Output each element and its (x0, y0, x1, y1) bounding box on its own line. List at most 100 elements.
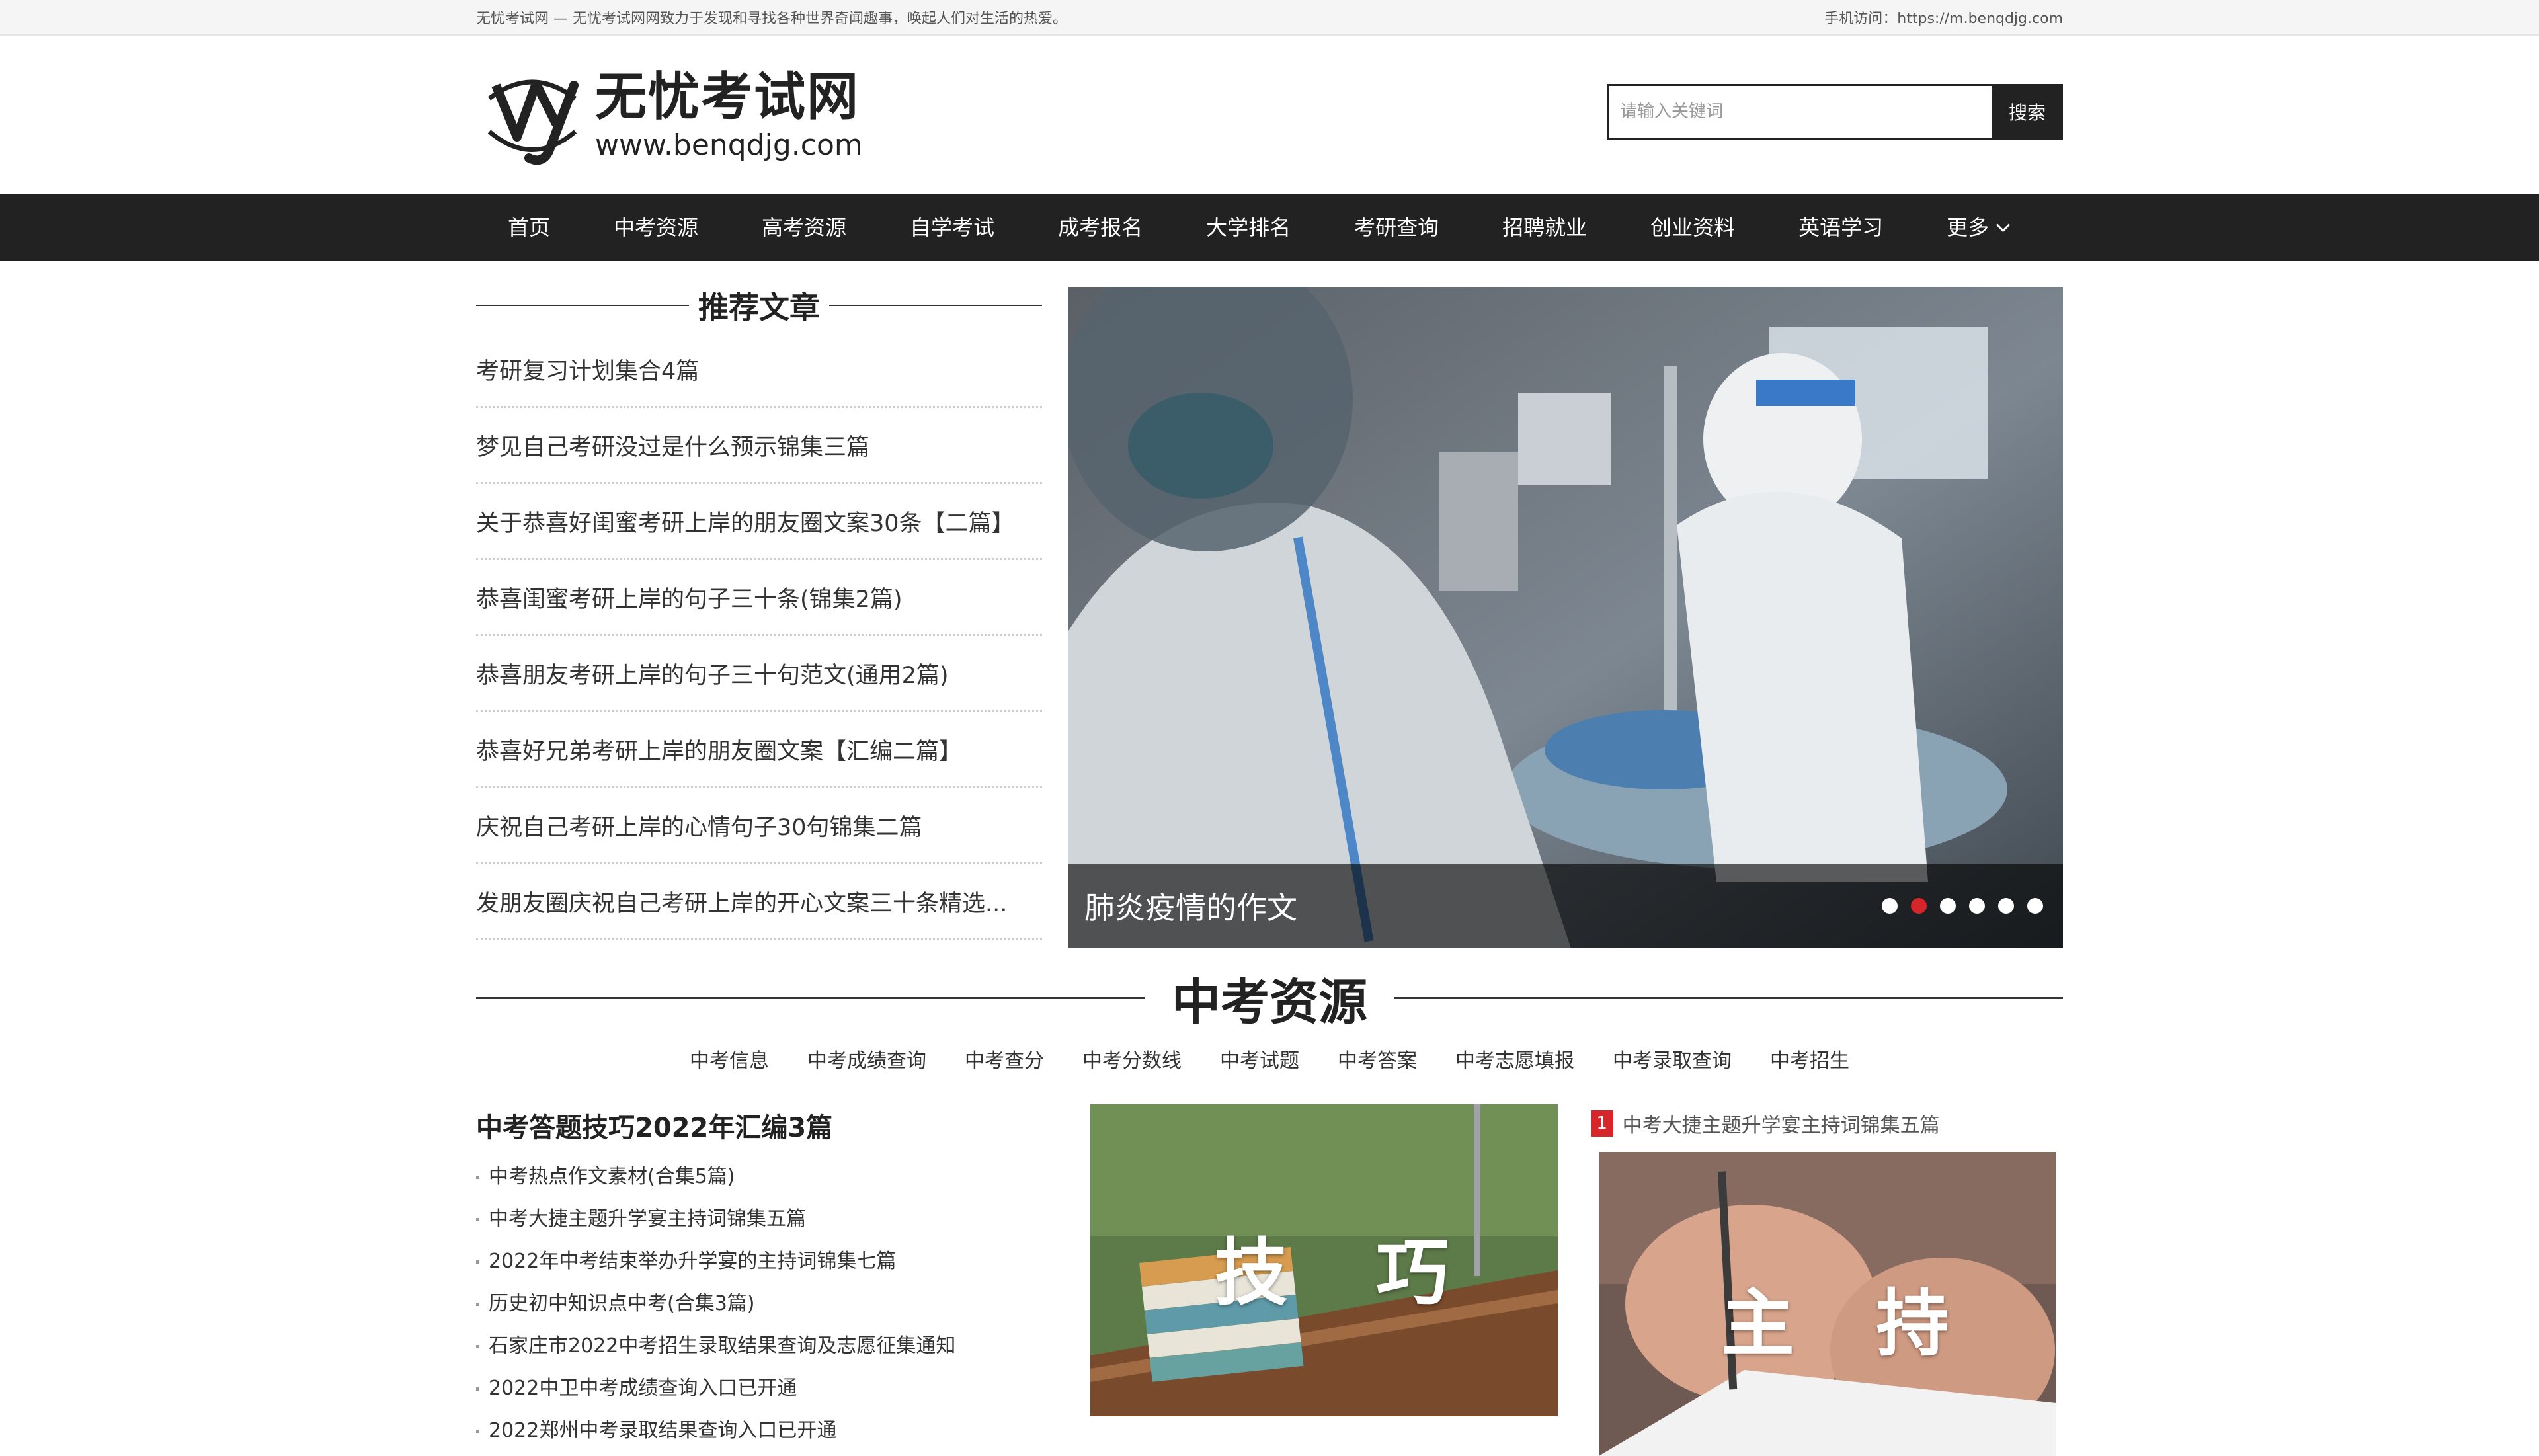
section-content: 中考答题技巧2022年汇编3篇 中考热点作文素材(合集5篇) 中考大捷主题升学宴… (476, 1104, 2063, 1456)
subnav-item[interactable]: 中考答案 (1318, 1045, 1436, 1078)
list-item[interactable]: 恭喜朋友考研上岸的句子三十句范文(通用2篇) (476, 636, 1042, 712)
slider-dot[interactable] (1998, 898, 2014, 914)
list-item-label: 2022年中考结束举办升学宴的主持词锦集七篇 (489, 1250, 897, 1273)
list-item[interactable]: 2022郑州中考录取结果查询入口已开通 (476, 1410, 1037, 1452)
subnav-item[interactable]: 中考分数线 (1063, 1045, 1201, 1078)
section-title[interactable]: 中考资源 (1145, 963, 1394, 1033)
subnav-item[interactable]: 中考录取查询 (1593, 1045, 1751, 1078)
books-image (1090, 1104, 1558, 1416)
subnav-item[interactable]: 中考志愿填报 (1436, 1045, 1593, 1078)
list-item[interactable]: 历史初中知识点中考(合集3篇) (476, 1283, 1037, 1325)
slide-image (1068, 287, 2063, 948)
subnav-item[interactable]: 中考招生 (1751, 1045, 1869, 1078)
list-item-label: 考研复习计划集合4篇 (476, 358, 700, 385)
list-item[interactable]: 发朋友圈庆祝自己考研上岸的开心文案三十条精选... (476, 864, 1042, 940)
article-thumbnail[interactable]: 主 持 (1598, 1152, 2056, 1456)
divider (1394, 996, 2063, 999)
article-thumbnail[interactable]: 技 巧 (1090, 1104, 1558, 1416)
chevron-down-icon (1996, 218, 2011, 232)
mobile-link[interactable]: 手机访问：https://m.benqdjg.com (1824, 7, 2063, 28)
slider-dot[interactable] (1969, 898, 1985, 914)
nav-item-postgrad[interactable]: 考研查询 (1322, 194, 1471, 261)
thumbnail-word: 技 (1215, 1231, 1288, 1315)
list-item-label: 关于恭喜好闺蜜考研上岸的朋友圈文案30条【二篇】 (476, 510, 1015, 537)
logo-url: www.benqdjg.com (595, 128, 863, 162)
section-subnav: 中考信息 中考成绩查询 中考查分 中考分数线 中考试题 中考答案 中考志愿填报 … (476, 1045, 2063, 1078)
slider-caption-bar: 肺炎疫情的作文 (1068, 864, 2063, 948)
thumbnail-word: 持 (1876, 1281, 1949, 1366)
bullet-icon (476, 1344, 479, 1348)
slider-dots (1869, 898, 2043, 914)
nav-item-english[interactable]: 英语学习 (1767, 194, 1915, 261)
list-item-label: 梦见自己考研没过是什么预示锦集三篇 (476, 434, 870, 461)
list-item-label: 中考大捷主题升学宴主持词锦集五篇 (489, 1207, 806, 1231)
recommended-title: 推荐文章 (698, 290, 820, 325)
ranked-column: 1 中考大捷主题升学宴主持词锦集五篇 主 持 (1590, 1104, 2063, 1456)
article-list: 中考热点作文素材(合集5篇) 中考大捷主题升学宴主持词锦集五篇 2022年中考结… (476, 1156, 1037, 1452)
list-item[interactable]: 恭喜闺蜜考研上岸的句子三十条(锦集2篇) (476, 560, 1042, 636)
list-item-label: 恭喜闺蜜考研上岸的句子三十条(锦集2篇) (476, 586, 903, 613)
list-item[interactable]: 2022中卫中考成绩查询入口已开通 (476, 1367, 1037, 1410)
logo-name: 无忧考试网 (595, 67, 860, 127)
divider (829, 305, 1042, 306)
recommended-list: 考研复习计划集合4篇 梦见自己考研没过是什么预示锦集三篇 关于恭喜好闺蜜考研上岸… (476, 332, 1042, 940)
subnav-item[interactable]: 中考成绩查询 (788, 1045, 946, 1078)
list-item-label: 恭喜朋友考研上岸的句子三十句范文(通用2篇) (476, 662, 949, 689)
nav-more-label: 更多 (1947, 215, 1990, 240)
section-heading: 中考资源 (476, 968, 2063, 1031)
list-item[interactable]: 梦见自己考研没过是什么预示锦集三篇 (476, 408, 1042, 484)
bullet-icon (476, 1302, 479, 1306)
subnav-item[interactable]: 中考试题 (1201, 1045, 1318, 1078)
bullet-icon (476, 1217, 479, 1221)
list-item-label: 中考热点作文素材(合集5篇) (489, 1165, 735, 1188)
list-item-label: 庆祝自己考研上岸的心情句子30句锦集二篇 (476, 814, 922, 841)
nav-item-home[interactable]: 首页 (476, 194, 582, 261)
site-slogan: 无忧考试网 — 无忧考试网网致力于发现和寻找各种世界奇闻趣事，唤起人们对生活的热… (476, 11, 1067, 27)
rank-badge: 1 (1590, 1110, 1613, 1137)
slider-dot[interactable] (1940, 898, 1956, 914)
main-nav: 首页 中考资源 高考资源 自学考试 成考报名 大学排名 考研查询 招聘就业 创业… (0, 194, 2539, 261)
list-item[interactable]: 考研复习计划集合4篇 (476, 332, 1042, 408)
subnav-item[interactable]: 中考信息 (670, 1045, 788, 1078)
featured-article-title[interactable]: 中考答题技巧2022年汇编3篇 (476, 1104, 1037, 1152)
nav-item-university-ranking[interactable]: 大学排名 (1174, 194, 1322, 261)
list-item-label: 恭喜好兄弟考研上岸的朋友圈文案【汇编二篇】 (476, 738, 963, 765)
recommended-heading: 推荐文章 (476, 287, 1042, 325)
slider-dot-active[interactable] (1911, 898, 1927, 914)
search-button[interactable]: 搜索 (1992, 84, 2063, 140)
nav-item-more[interactable]: 更多 (1915, 194, 2040, 261)
nav-item-gaokao[interactable]: 高考资源 (730, 194, 878, 261)
list-item[interactable]: 石家庄市2022中考招生录取结果查询及志愿征集通知 (476, 1325, 1037, 1367)
slider-dot[interactable] (2027, 898, 2043, 914)
recommended-panel: 推荐文章 考研复习计划集合4篇 梦见自己考研没过是什么预示锦集三篇 关于恭喜好闺… (476, 287, 1042, 948)
site-header: 无忧考试网 www.benqdjg.com 搜索 (0, 36, 2539, 194)
divider (476, 996, 1145, 999)
divider (476, 305, 689, 306)
list-item[interactable]: 2022年中考结束举办升学宴的主持词锦集七篇 (476, 1240, 1037, 1283)
ranked-item-title: 中考大捷主题升学宴主持词锦集五篇 (1622, 1114, 1940, 1137)
list-item[interactable]: 中考大捷主题升学宴主持词锦集五篇 (476, 1198, 1037, 1240)
bullet-icon (476, 1175, 479, 1179)
nav-item-startup[interactable]: 创业资料 (1619, 194, 1767, 261)
image-slider[interactable]: 肺炎疫情的作文 (1068, 287, 2063, 948)
article-column: 中考答题技巧2022年汇编3篇 中考热点作文素材(合集5篇) 中考大捷主题升学宴… (476, 1104, 1037, 1456)
nav-item-self-study[interactable]: 自学考试 (878, 194, 1026, 261)
site-logo[interactable]: 无忧考试网 www.benqdjg.com (476, 59, 863, 171)
list-item-label: 发朋友圈庆祝自己考研上岸的开心文案三十条精选... (476, 890, 1008, 917)
nav-item-zhongkao[interactable]: 中考资源 (582, 194, 730, 261)
slider-dot[interactable] (1882, 898, 1898, 914)
ranked-item[interactable]: 1 中考大捷主题升学宴主持词锦集五篇 (1590, 1108, 2063, 1139)
list-item[interactable]: 恭喜好兄弟考研上岸的朋友圈文案【汇编二篇】 (476, 712, 1042, 788)
thumbnail-word: 巧 (1376, 1231, 1449, 1315)
list-item[interactable]: 庆祝自己考研上岸的心情句子30句锦集二篇 (476, 788, 1042, 864)
nav-item-jobs[interactable]: 招聘就业 (1471, 194, 1619, 261)
list-item[interactable]: 关于恭喜好闺蜜考研上岸的朋友圈文案30条【二篇】 (476, 484, 1042, 560)
bullet-icon (476, 1387, 479, 1391)
search-input[interactable] (1607, 84, 1992, 140)
pen-hand-image (1598, 1152, 2056, 1456)
list-item[interactable]: 中考热点作文素材(合集5篇) (476, 1156, 1037, 1198)
subnav-item[interactable]: 中考查分 (946, 1045, 1063, 1078)
nav-item-adult-exam[interactable]: 成考报名 (1026, 194, 1174, 261)
bullet-icon (476, 1429, 479, 1433)
slider-caption[interactable]: 肺炎疫情的作文 (1084, 884, 1297, 928)
